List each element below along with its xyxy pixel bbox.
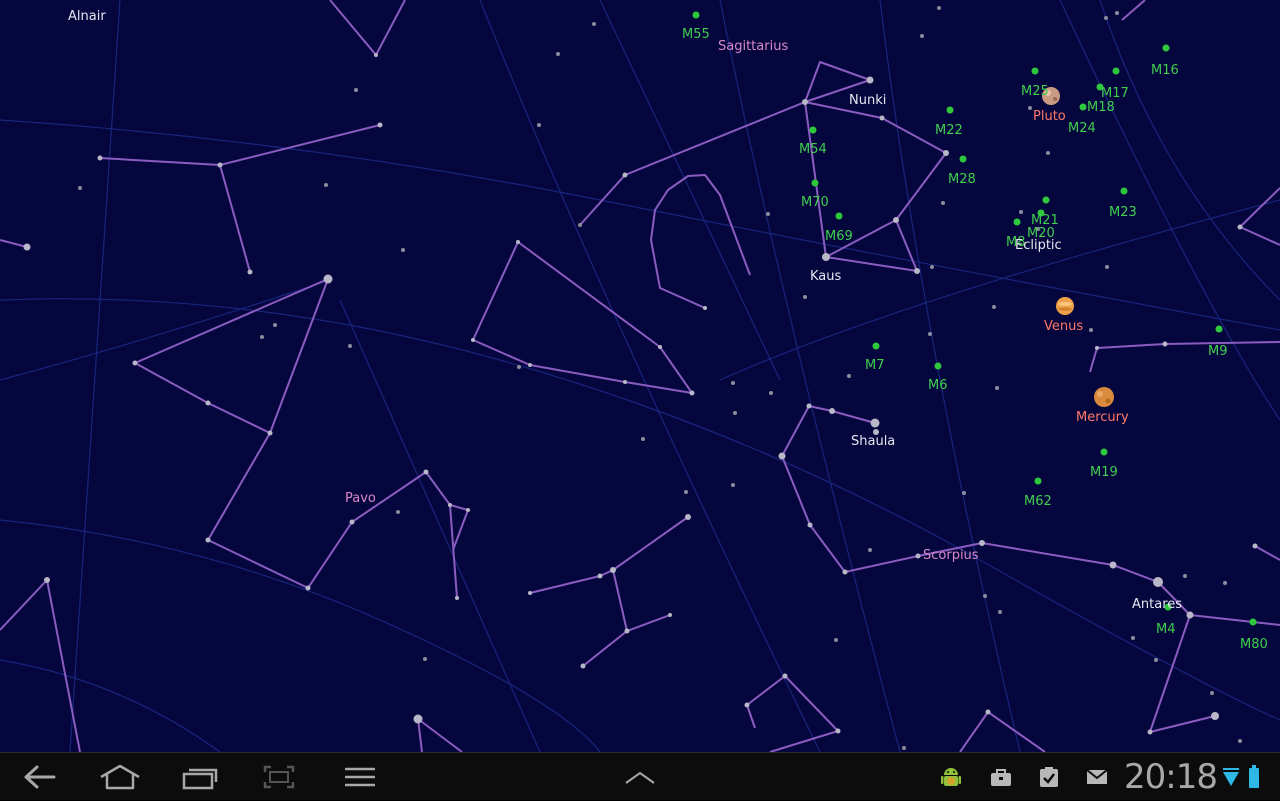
- messier-label: M55: [682, 27, 710, 42]
- messier-label: M4: [1156, 622, 1176, 637]
- messier-label: M80: [1240, 637, 1268, 652]
- planet-label-venus: Venus: [1044, 319, 1084, 334]
- status-clock[interactable]: 20:18: [1124, 757, 1218, 797]
- home-icon: [100, 764, 140, 790]
- messier-label: M69: [825, 229, 853, 244]
- screenshot-button[interactable]: [251, 753, 307, 801]
- planet-label-pluto: Pluto: [1033, 109, 1066, 124]
- wifi-icon: [1223, 768, 1239, 786]
- notification-clipboard[interactable]: [1034, 753, 1064, 801]
- messier-objects: [692, 11, 1257, 626]
- system-navigation-bar: 20:18: [0, 752, 1280, 800]
- constellation-label-scorpius: Scorpius: [923, 548, 979, 563]
- messier-label: M17: [1101, 86, 1129, 101]
- messier-label: M22: [935, 123, 963, 138]
- star-label-alnair: Alnair: [68, 9, 106, 24]
- battery-icon: [1249, 765, 1259, 788]
- android-debug-icon: [941, 768, 961, 786]
- menu-button[interactable]: [332, 753, 388, 801]
- back-button[interactable]: [12, 753, 68, 801]
- planet-label-mercury: Mercury: [1076, 410, 1129, 425]
- messier-label: M7: [865, 358, 885, 373]
- messier-label: M62: [1024, 494, 1052, 509]
- briefcase-icon: [991, 769, 1011, 786]
- messier-label: M6: [928, 378, 948, 393]
- star-label-antares: Antares: [1132, 597, 1183, 612]
- star-label-nunki: Nunki: [849, 93, 887, 108]
- notification-briefcase[interactable]: [986, 753, 1016, 801]
- messier-label: M24: [1068, 121, 1096, 136]
- battery-status[interactable]: [1244, 753, 1264, 801]
- recent-apps-button[interactable]: [172, 753, 228, 801]
- planet-mercury-icon: [1094, 387, 1114, 407]
- back-icon: [24, 765, 56, 789]
- star-label-shaula: Shaula: [851, 434, 896, 449]
- chevron-up-icon: [625, 771, 655, 784]
- ecliptic-label: Ecliptic: [1015, 238, 1062, 253]
- constellation-label-sagittarius: Sagittarius: [718, 39, 789, 54]
- star-label-kaus: Kaus: [810, 269, 842, 284]
- notification-gmail[interactable]: [1082, 753, 1112, 801]
- messier-label: M54: [799, 142, 827, 157]
- messier-label: M23: [1109, 205, 1137, 220]
- app-drawer-button[interactable]: [612, 753, 668, 801]
- sky-map[interactable]: Alnair Nunki Kaus Shaula Antares Sagitta…: [0, 0, 1280, 752]
- home-button[interactable]: [92, 753, 148, 801]
- constellation-label-pavo: Pavo: [345, 491, 376, 506]
- messier-label: M25: [1021, 84, 1049, 99]
- messier-label: M9: [1208, 344, 1228, 359]
- constellation-stars: [23, 53, 1258, 735]
- screenshot-icon: [263, 765, 295, 789]
- messier-label: M18: [1087, 100, 1115, 115]
- wifi-status[interactable]: [1220, 753, 1242, 801]
- planet-venus-icon: [1056, 297, 1074, 315]
- messier-label: M28: [948, 172, 976, 187]
- gmail-icon: [1086, 769, 1108, 784]
- clipboard-check-icon: [1040, 767, 1058, 787]
- messier-label: M19: [1090, 465, 1118, 480]
- menu-icon: [345, 767, 375, 787]
- recent-apps-icon: [182, 768, 218, 790]
- notification-android-debug[interactable]: [936, 753, 966, 801]
- faint-stars: [78, 6, 1242, 750]
- messier-label: M70: [801, 195, 829, 210]
- messier-label: M16: [1151, 63, 1179, 78]
